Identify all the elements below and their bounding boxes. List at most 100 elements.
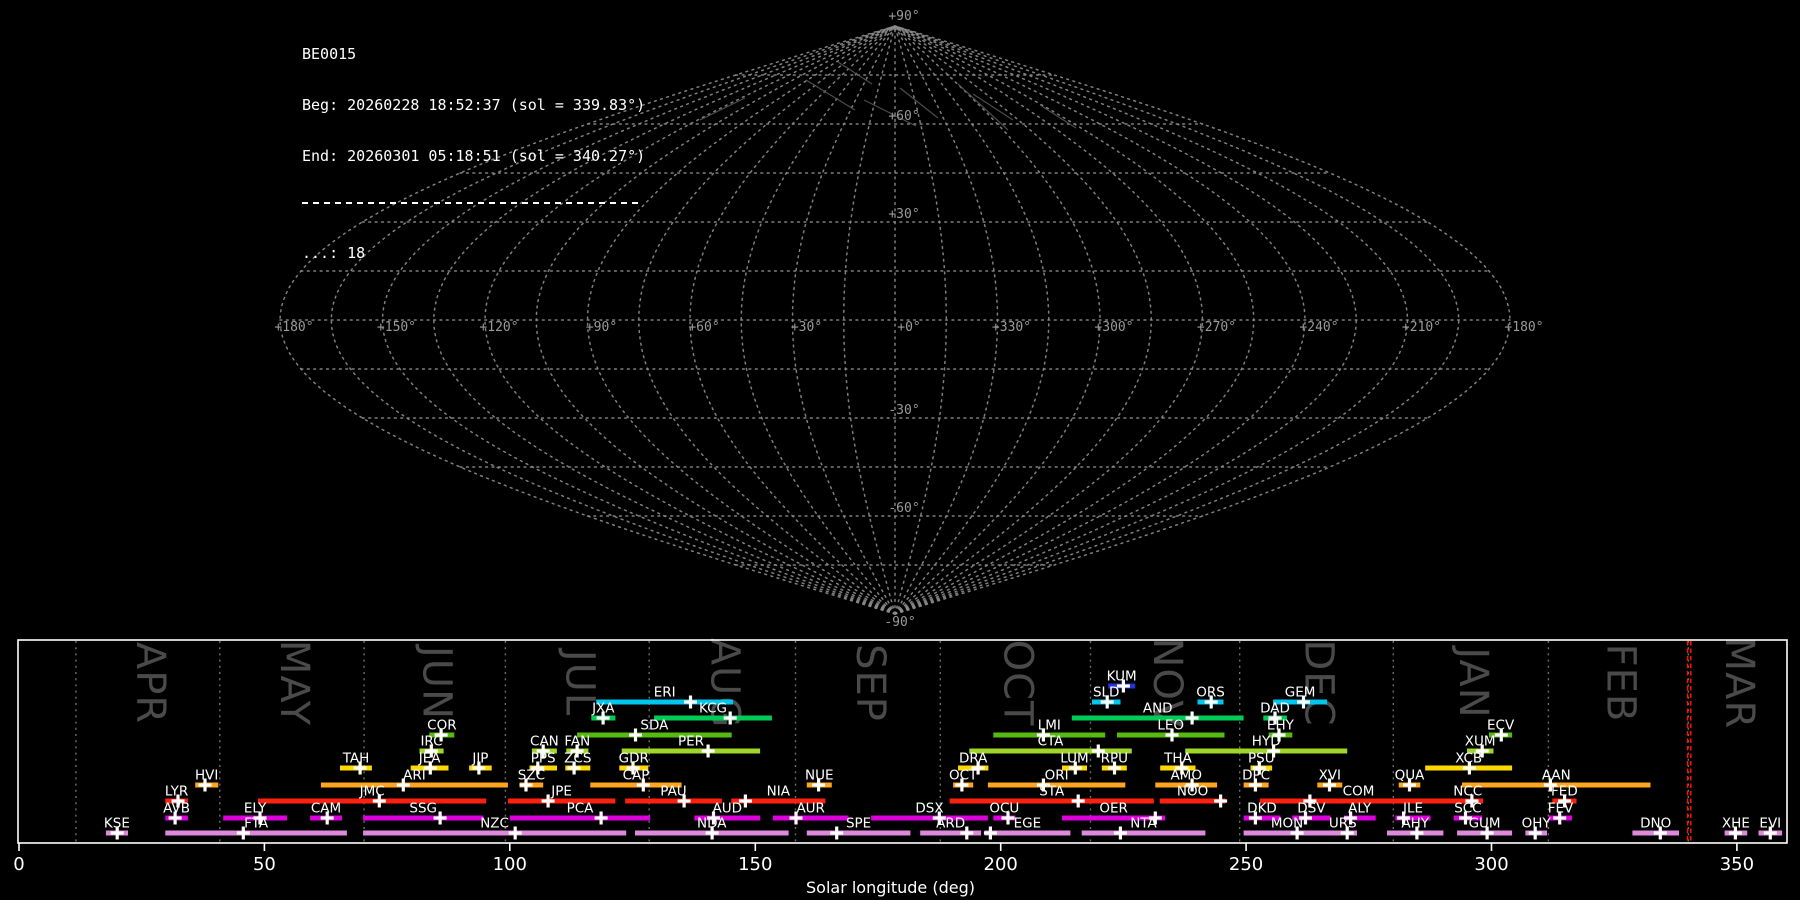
shower-code-label-DPC: DPC — [1242, 768, 1270, 784]
shower-code-label-DRA: DRA — [959, 751, 988, 767]
shower-code-label-JMC: JMC — [359, 784, 385, 800]
shower-code-label-DNO: DNO — [1640, 816, 1671, 832]
shower-code-label-EHY: EHY — [1267, 718, 1295, 734]
shower-code-label-HVI: HVI — [195, 768, 218, 784]
shower-code-label-STA: STA — [1039, 784, 1065, 800]
shower-code-label-COM: COM — [1343, 784, 1375, 800]
shower-code-label-KCG: KCG — [699, 701, 727, 717]
shower-code-label-AAN: AAN — [1542, 768, 1571, 784]
shower-code-label-FED: FED — [1551, 784, 1578, 800]
shower-code-label-NIA: NIA — [767, 784, 791, 800]
map-pole-top-label: +90° — [888, 9, 919, 24]
shower-code-label-URS: URS — [1329, 816, 1357, 832]
shower-code-label-AUD: AUD — [713, 801, 743, 817]
shower-code-label-QUA: QUA — [1395, 768, 1426, 784]
shower-peak-marker-EGE — [983, 826, 997, 840]
shower-code-label-OCT: OCT — [949, 768, 978, 784]
month-label: DEC — [1296, 639, 1342, 726]
map-longitude-label: +180° — [1504, 320, 1543, 335]
x-axis-tick-label: 250 — [1229, 854, 1263, 875]
x-axis-tick-label: 200 — [984, 854, 1018, 875]
shower-code-label-SZC: SZC — [518, 768, 545, 784]
meteor-shower-plot: +180° +150° +120° +90° +60° +30° +0° +330° +300°… — [0, 0, 1800, 900]
month-label: JUN — [414, 643, 460, 720]
shower-code-label-NZC: NZC — [480, 816, 509, 832]
shower-code-label-XVI: XVI — [1319, 768, 1341, 784]
shower-code-label-DAD: DAD — [1260, 701, 1290, 717]
session-end: End: 20260301 05:18:51 (sol = 340.27°) — [302, 147, 646, 165]
shower-code-label-CAN: CAN — [530, 734, 559, 750]
map-longitude-label: +270° — [1197, 320, 1236, 335]
shower-code-label-EVI: EVI — [1759, 816, 1781, 832]
map-longitude-label: +330° — [992, 320, 1031, 335]
shower-peak-marker-PCA — [594, 811, 608, 825]
sky-map-and-activity-chart: +180° +150° +120° +90° +60° +30° +0° +330° +300°… — [13, 9, 1788, 897]
session-count: ...: 18 — [302, 244, 366, 262]
x-axis-tick-label: 100 — [493, 854, 527, 875]
shower-code-label-RPU: RPU — [1101, 751, 1128, 767]
map-longitude-label: +60° — [688, 320, 719, 335]
shower-code-label-AND: AND — [1143, 701, 1173, 717]
shower-code-label-GUM: GUM — [1469, 816, 1501, 832]
shower-code-label-MON: MON — [1271, 816, 1303, 832]
shower-code-label-OCU: OCU — [989, 801, 1019, 817]
shower-peak-marker-SPE — [830, 826, 844, 840]
activity-chart: APR MAY JUN JUL AUG SEP OCT NOV DEC JAN FEB MARKUME… — [13, 637, 1788, 897]
map-longitude-label: +150° — [377, 320, 416, 335]
shower-peak-marker-NTA — [1113, 826, 1127, 840]
map-longitude-label: +0° — [897, 320, 920, 335]
shower-code-label-SLD: SLD — [1093, 685, 1120, 701]
shower-code-label-GDR: GDR — [619, 751, 649, 767]
shower-code-label-NDA: NDA — [697, 816, 727, 832]
shower-code-label-XHE: XHE — [1722, 816, 1750, 832]
map-longitude-label: +180° — [274, 320, 313, 335]
map-latitude-label: -30° — [888, 403, 919, 418]
shower-code-label-CAM: CAM — [311, 801, 341, 817]
shower-code-label-COR: COR — [427, 718, 456, 734]
shower-code-label-FAN: FAN — [564, 734, 590, 750]
shower-code-label-PAU: PAU — [660, 784, 686, 800]
shower-code-label-JXA: JXA — [591, 701, 615, 717]
shower-code-label-PPS: PPS — [531, 751, 556, 767]
shower-code-label-CAP: CAP — [623, 768, 650, 784]
separator-dashed-line — [302, 202, 638, 204]
shower-code-label-AHY: AHY — [1401, 816, 1429, 832]
shower-code-label-PER: PER — [678, 734, 704, 750]
shower-code-label-OHY: OHY — [1522, 816, 1552, 832]
map-latitude-label: +60° — [888, 109, 919, 124]
shower-code-label-DKD: DKD — [1247, 801, 1277, 817]
shower-code-label-NOO: NOO — [1177, 784, 1208, 800]
shower-code-label-KSE: KSE — [104, 816, 130, 832]
shower-code-label-NCC: NCC — [1453, 784, 1482, 800]
shower-code-label-LEO: LEO — [1157, 718, 1184, 734]
shower-code-label-EGE: EGE — [1014, 816, 1042, 832]
x-axis-tick-label: 300 — [1474, 854, 1508, 875]
shower-code-label-TAH: TAH — [342, 751, 370, 767]
shower-code-label-NTA: NTA — [1130, 816, 1157, 832]
shower-code-label-ARD: ARD — [936, 816, 965, 832]
shower-code-label-SDA: SDA — [640, 718, 669, 734]
shower-code-label-XCB: XCB — [1455, 751, 1482, 767]
shower-code-label-AMO: AMO — [1170, 768, 1202, 784]
map-latitude-label: +30° — [888, 207, 919, 222]
shower-code-label-PCA: PCA — [567, 801, 595, 817]
shower-code-label-ORS: ORS — [1196, 685, 1225, 701]
month-label: JAN — [1450, 644, 1496, 718]
shower-code-label-IRC: IRC — [420, 734, 442, 750]
shower-code-label-ORI: ORI — [1045, 768, 1069, 784]
shower-code-label-HYD: HYD — [1252, 734, 1281, 750]
shower-code-label-DSV: DSV — [1297, 801, 1326, 817]
shower-code-label-JLE: JLE — [1402, 801, 1423, 817]
info-header: BE0015 Beg: 20260228 18:52:37 (sol = 339… — [302, 12, 645, 296]
shower-code-label-ARI: ARI — [403, 768, 426, 784]
map-longitude-label: +210° — [1402, 320, 1441, 335]
shower-peak-marker-ERI — [684, 695, 697, 709]
shower-code-label-ELY: ELY — [244, 801, 267, 817]
shower-peak-marker-STA — [1071, 794, 1085, 808]
shower-code-label-JPE: JPE — [550, 784, 572, 800]
month-label: MAR — [1716, 637, 1762, 730]
map-pole-bottom-label: -90° — [884, 615, 915, 630]
month-label: MAY — [271, 640, 317, 726]
x-axis-tick-label: 150 — [738, 854, 772, 875]
shower-code-label-FEV: FEV — [1548, 801, 1574, 817]
